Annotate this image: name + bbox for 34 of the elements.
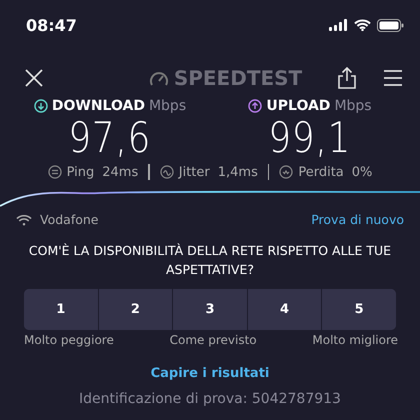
status-time: 08:47 [26,16,77,34]
battery-icon [377,18,404,32]
stat-icon [279,165,294,179]
survey-question: COM'È LA DISPONIBILITÀ DELLA RETE RISPETTO ALLE TUE ASPETTATIVE? [28,242,392,279]
stat-value: 24ms [102,164,138,180]
share-icon[interactable] [338,67,356,89]
unit-label: Mbps [334,98,372,114]
close-icon[interactable] [25,69,43,87]
unit-label: Mbps [148,98,186,114]
network-name: Vodafone [40,212,98,227]
stat-label: Jitter [178,164,210,180]
signal-icon [329,19,348,31]
speed-value: 97,6 [68,114,152,162]
menu-icon[interactable] [384,70,402,86]
app-logo: SPEEDTEST [174,66,302,90]
stat-icon [48,165,62,179]
wifi-icon [16,214,32,226]
gauge-icon [148,69,169,87]
stat-label: Ping [66,164,94,180]
result-label: DOWNLOAD [52,98,145,114]
speed-value: 99,1 [268,114,352,162]
test-id: Identificazione di prova: 5042787913 [78,391,342,407]
scale-label: Come previsto [170,333,257,347]
rating-option[interactable]: 5 [321,289,396,330]
stat-value: 0% [352,164,372,180]
scale-label: Molto peggiore [24,333,114,347]
stat-value: 1,4ms [218,164,258,180]
retry-link[interactable]: Prova di nuovo [311,212,404,227]
scale-label: Molto migliore [312,333,398,347]
result-label: UPLOAD [266,98,330,114]
stat-label: Perdita [298,164,344,180]
results-link[interactable]: Capire i risultati [150,366,270,381]
stat-icon [160,165,174,179]
wifi-icon [354,19,371,31]
